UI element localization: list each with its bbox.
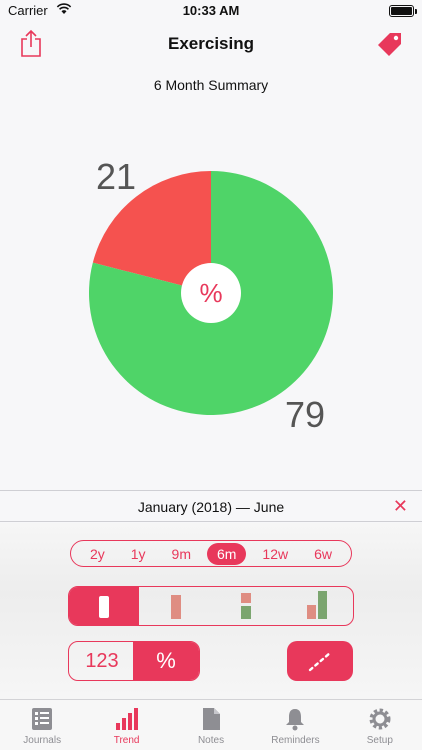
bar-icon (241, 606, 251, 619)
clock: 10:33 AM (182, 3, 240, 18)
period-option-9m[interactable]: 9m (162, 543, 201, 565)
percent-mode-button[interactable]: % (133, 642, 199, 680)
tag-icon[interactable] (376, 30, 404, 58)
bar-style-single-option[interactable] (69, 587, 139, 625)
tab-reminders[interactable]: Reminders (253, 700, 337, 750)
pie-center-label: % (199, 278, 222, 308)
chart-bars-icon (115, 708, 138, 730)
trendline-icon (308, 651, 332, 672)
trendline-button[interactable] (287, 641, 353, 681)
bar-icon (171, 595, 181, 619)
period-option-6m[interactable]: 6m (206, 542, 247, 565)
list-icon (32, 708, 53, 730)
tab-label: Reminders (271, 735, 320, 746)
status-bar: Carrier 10:33 AM (0, 0, 422, 22)
tab-label: Trend (113, 735, 140, 746)
tab-label: Journals (23, 735, 62, 746)
tab-notes[interactable]: Notes (169, 700, 253, 750)
navigation-bar: Exercising (0, 22, 422, 66)
tab-label: Notes (197, 735, 225, 746)
single-bar-icon (99, 596, 109, 618)
tab-journals[interactable]: Journals (0, 700, 84, 750)
period-option-1y[interactable]: 1y (121, 543, 156, 565)
summary-title: 6 Month Summary (153, 77, 269, 93)
document-icon (203, 708, 221, 730)
date-range-label: January (2018) — June (137, 499, 285, 515)
battery-icon (389, 5, 417, 17)
bar-icon (241, 593, 251, 603)
page-title: Exercising (168, 34, 254, 53)
bar-style-selector (68, 586, 354, 626)
period-selector: 2y 1y 9m 6m 12w 6w (70, 540, 352, 567)
close-icon[interactable]: ✕ (393, 496, 408, 517)
pie-chart: % (88, 171, 333, 415)
date-range-bar: January (2018) — June ✕ (0, 490, 422, 522)
count-mode-button[interactable]: 123 (69, 642, 135, 680)
period-option-6w[interactable]: 6w (304, 543, 342, 565)
tab-bar: Journals Trend Notes Reminders Setup (0, 699, 422, 750)
bar-icon (318, 591, 327, 619)
period-option-12w[interactable]: 12w (252, 543, 298, 565)
gear-icon (369, 708, 391, 730)
tab-trend[interactable]: Trend (84, 700, 168, 750)
period-option-2y[interactable]: 2y (80, 543, 115, 565)
bar-icon (307, 605, 316, 619)
tab-setup[interactable]: Setup (338, 700, 422, 750)
tab-label: Setup (366, 735, 393, 746)
bell-icon (286, 709, 305, 731)
value-mode-selector: 123 % (68, 641, 200, 681)
